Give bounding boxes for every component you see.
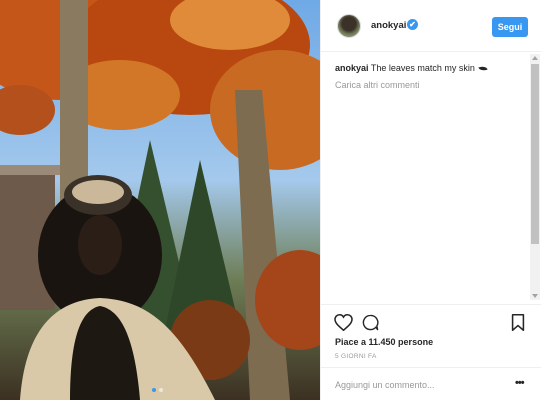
carousel-dot-active (152, 388, 156, 392)
more-options-icon[interactable]: ••• (515, 377, 525, 389)
comments-section: anokyai The leaves match my skin Carica … (335, 62, 525, 91)
scroll-up-arrow-icon[interactable] (532, 56, 538, 60)
scroll-down-arrow-icon[interactable] (532, 294, 538, 298)
carousel-dot (159, 388, 163, 392)
post-caption: anokyai The leaves match my skin (335, 62, 525, 74)
add-comment-input[interactable] (335, 378, 505, 392)
follow-button[interactable]: Segui (492, 17, 528, 37)
comments-scrollbar[interactable] (530, 54, 540, 300)
add-comment-row: ••• (321, 367, 541, 400)
bookmark-icon[interactable] (511, 314, 525, 336)
post-timestamp: 5 GIORNI FA (335, 353, 377, 360)
heart-icon[interactable] (334, 313, 353, 336)
verified-badge-icon: ✔ (407, 19, 418, 30)
leaf-emoji-icon (478, 64, 489, 73)
photo-scene (0, 0, 320, 400)
likes-count[interactable]: Piace a 11.450 persone (335, 337, 433, 347)
post-details-panel: anokyai ✔ Segui anokyai The leaves match… (320, 0, 541, 400)
header-username[interactable]: anokyai (371, 20, 406, 31)
comment-icon[interactable] (362, 314, 379, 336)
scrollbar-thumb[interactable] (531, 64, 539, 244)
caption-username[interactable]: anokyai (335, 63, 369, 73)
carousel-indicator (152, 388, 163, 392)
avatar[interactable] (337, 14, 361, 38)
action-bar (321, 304, 541, 340)
caption-text: The leaves match my skin (370, 63, 475, 73)
post-photo[interactable] (0, 0, 320, 400)
post-header: anokyai ✔ Segui (321, 0, 541, 52)
load-more-comments-link[interactable]: Carica altri commenti (335, 79, 525, 91)
